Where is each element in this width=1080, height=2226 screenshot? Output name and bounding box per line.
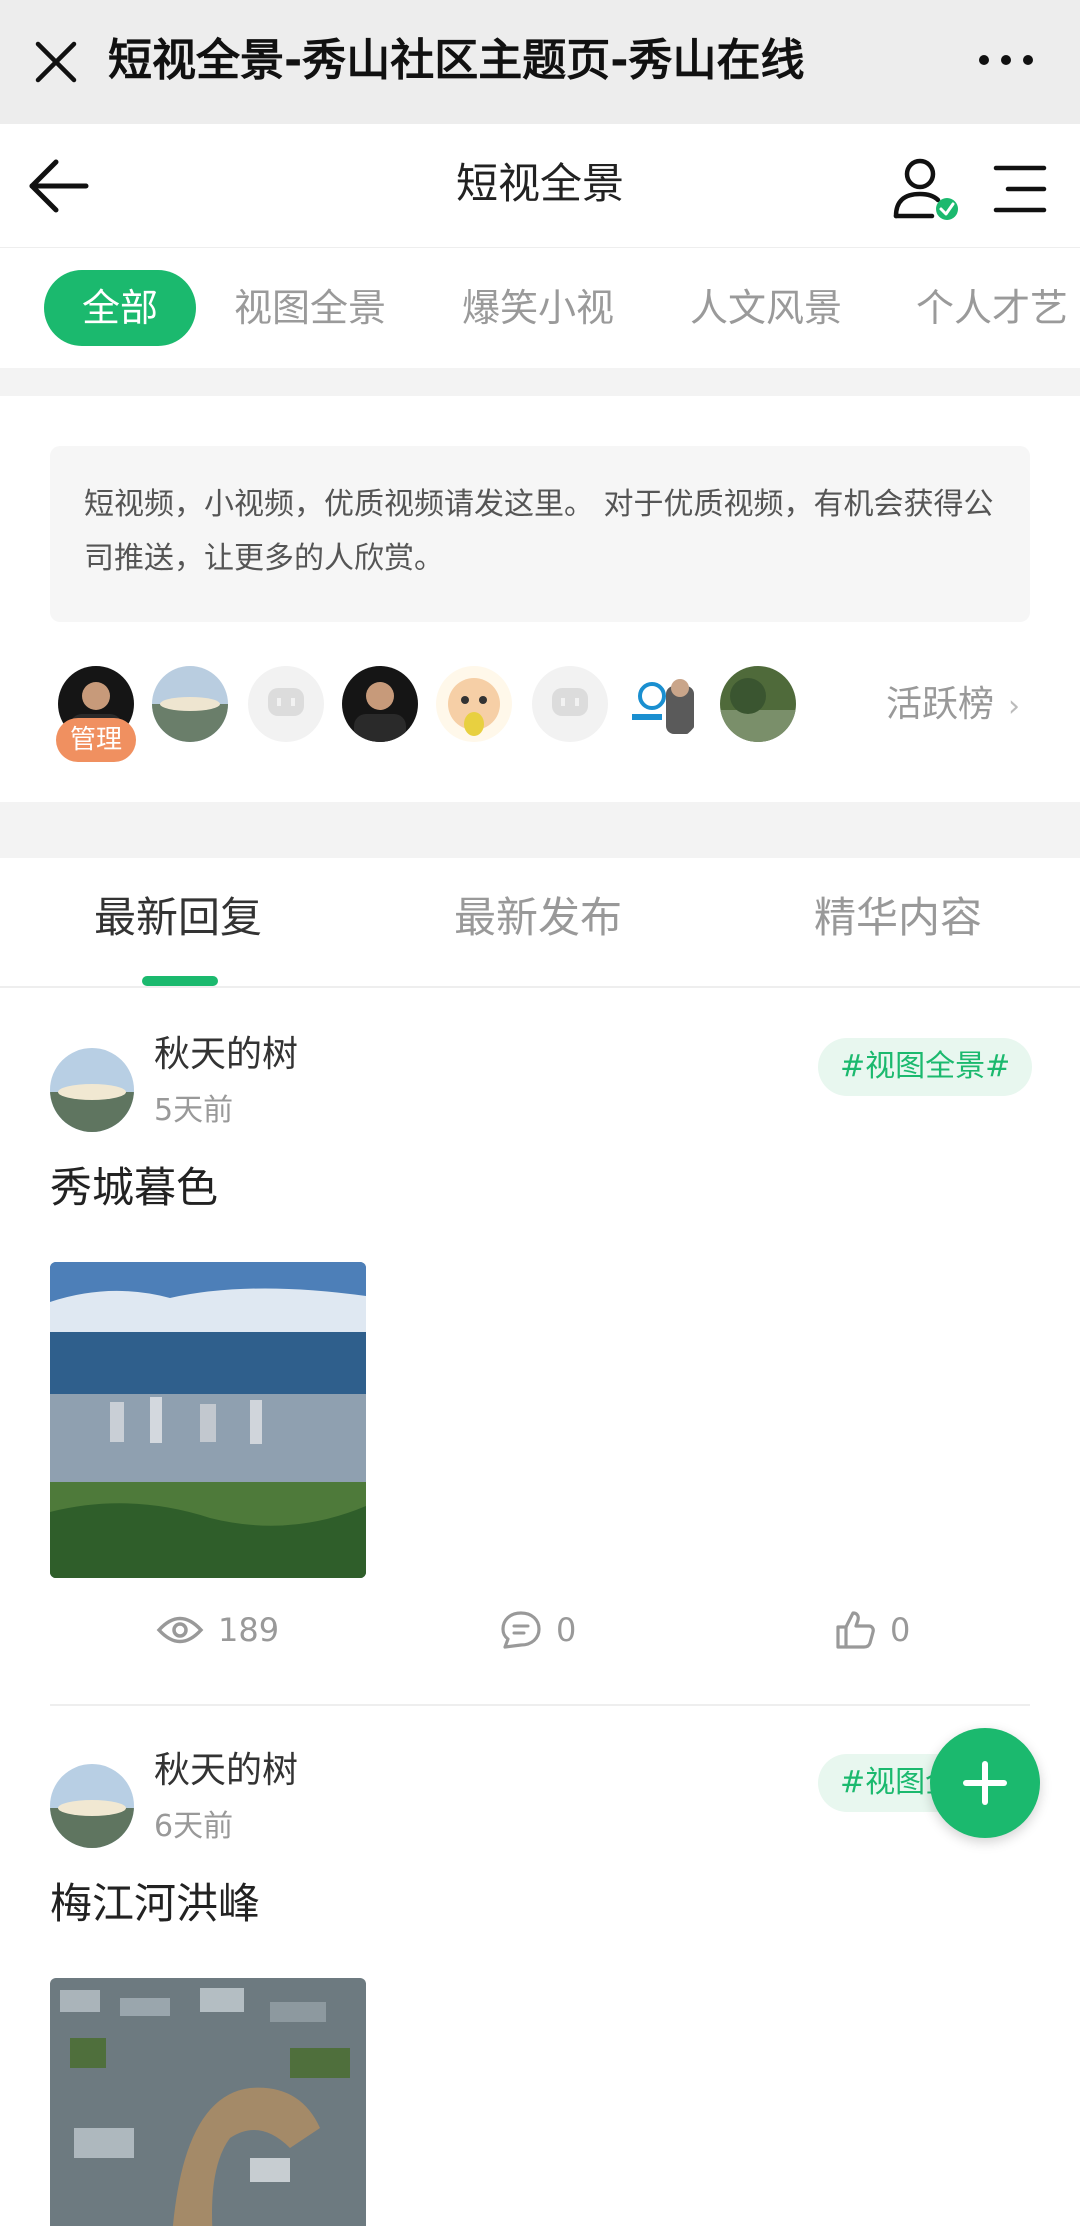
category-tab-all[interactable]: 全部	[44, 270, 197, 346]
activity-rank-link[interactable]: 活跃榜 ›	[886, 680, 1020, 732]
member-avatar[interactable]	[342, 666, 418, 742]
post-title[interactable]: 梅江河洪峰	[50, 1874, 260, 1934]
member-avatar[interactable]	[532, 666, 608, 742]
post-stats: 189 0 0	[0, 1600, 1080, 1660]
category-tabs: 全部 视图全景 爆笑小视 人文风景 个人才艺	[0, 248, 1080, 368]
author-name[interactable]: 秋天的树	[154, 1030, 298, 1080]
category-tab-talent[interactable]: 个人才艺	[916, 270, 1068, 346]
sort-tabs: 最新回复 最新发布 精华内容	[0, 858, 1080, 988]
post-time: 6天前	[154, 1809, 234, 1844]
category-tab-scenery[interactable]: 人文风景	[690, 270, 842, 346]
section-gap	[0, 802, 1080, 858]
topic-tag[interactable]: #视图全景#	[818, 1038, 1033, 1096]
plus-icon	[963, 1761, 1007, 1805]
active-tab-indicator	[142, 976, 218, 986]
member-avatar[interactable]	[720, 666, 796, 742]
member-avatar[interactable]	[436, 666, 512, 742]
post-time: 5天前	[154, 1093, 234, 1128]
comments-stat[interactable]: 0	[500, 1600, 576, 1660]
member-avatar[interactable]	[248, 666, 324, 742]
post-image[interactable]	[50, 1978, 366, 2226]
chevron-right-icon: ›	[1008, 689, 1021, 724]
more-dots-icon[interactable]	[974, 44, 1038, 76]
activity-rank-label: 活跃榜	[886, 684, 995, 725]
author-avatar[interactable]	[50, 1048, 134, 1132]
views-count: 189	[218, 1611, 280, 1649]
active-members-row[interactable]: 管理 活跃榜 ›	[0, 662, 1080, 772]
admin-badge: 管理	[56, 718, 136, 762]
member-avatar[interactable]	[152, 666, 228, 742]
close-icon[interactable]	[30, 36, 82, 88]
post-card[interactable]: 秋天的树 6天前 #视图全景# 梅江河洪峰	[0, 1704, 1080, 2226]
author-name[interactable]: 秋天的树	[154, 1746, 298, 1796]
wechat-title-bar: 短视全景-秀山社区主题页-秀山在线	[0, 0, 1080, 124]
comment-icon	[501, 1611, 541, 1649]
comments-count: 0	[556, 1611, 577, 1649]
views-stat: 189	[156, 1600, 279, 1660]
author-avatar[interactable]	[50, 1764, 134, 1848]
likes-stat[interactable]: 0	[834, 1600, 910, 1660]
post-title[interactable]: 秀城暮色	[50, 1158, 218, 1218]
likes-count: 0	[890, 1611, 911, 1649]
wechat-page-title: 短视全景-秀山社区主题页-秀山在线	[108, 35, 805, 86]
thumbs-up-icon	[836, 1611, 875, 1649]
menu-icon[interactable]	[992, 162, 1048, 216]
user-verified-icon[interactable]	[892, 154, 962, 224]
member-avatar[interactable]	[626, 666, 702, 742]
category-tab-view-panorama[interactable]: 视图全景	[234, 270, 386, 346]
tab-featured[interactable]: 精华内容	[814, 888, 982, 948]
app-header: 短视全景	[0, 124, 1080, 248]
tab-latest-reply[interactable]: 最新回复	[94, 888, 262, 948]
eye-icon	[156, 1616, 204, 1644]
community-intro: 短视频，小视频，优质视频请发这里。 对于优质视频，有机会获得公司推送，让更多的人…	[50, 446, 1030, 622]
post-card[interactable]: 秋天的树 5天前 #视图全景# 秀城暮色 189 0 0	[0, 988, 1080, 1708]
section-gap	[0, 368, 1080, 396]
category-tab-funny[interactable]: 爆笑小视	[462, 270, 614, 346]
post-image[interactable]	[50, 1262, 366, 1578]
create-post-button[interactable]	[930, 1728, 1040, 1838]
tab-latest-publish[interactable]: 最新发布	[454, 888, 622, 948]
